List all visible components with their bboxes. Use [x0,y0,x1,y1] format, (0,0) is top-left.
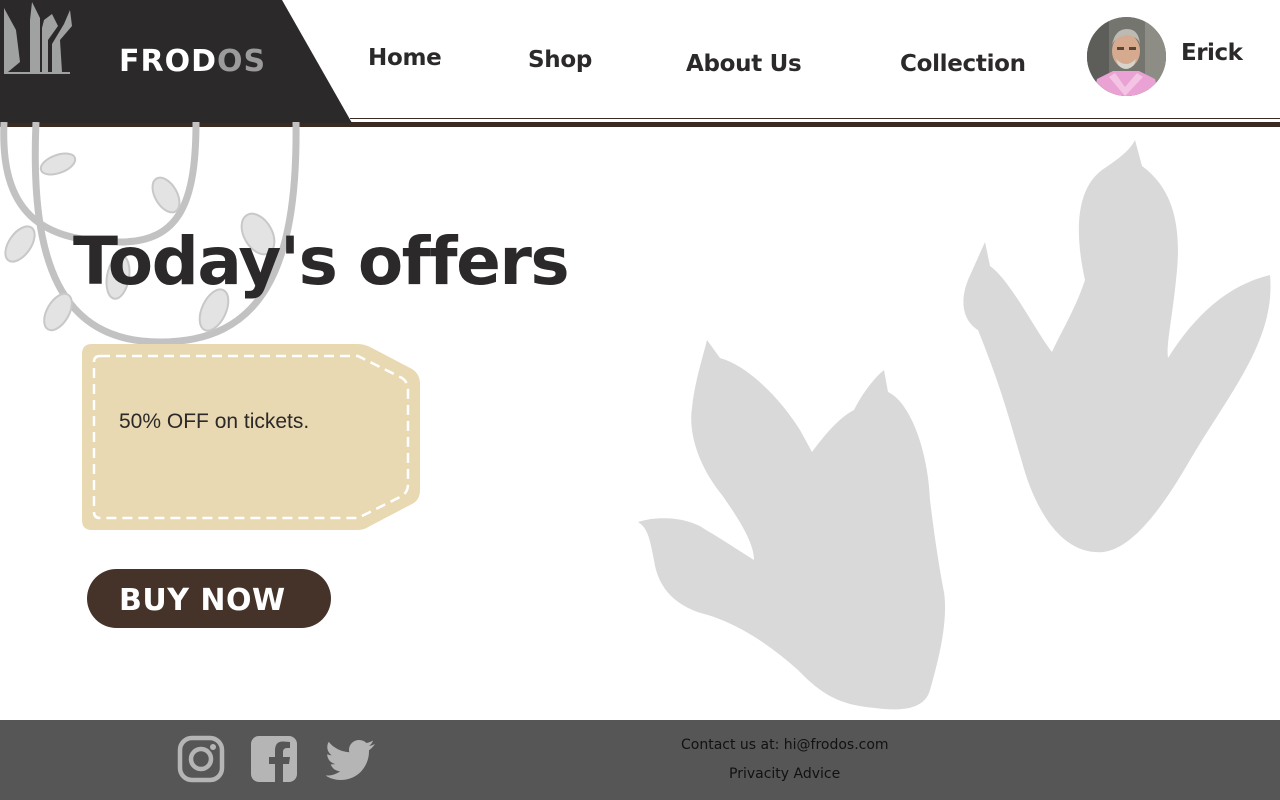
offer-ticket [82,344,420,530]
facebook-icon[interactable] [250,735,298,783]
header-divider-thin [350,118,1280,119]
brand-name: FRODOS [119,44,267,79]
user-name[interactable]: Erick [1181,40,1243,66]
logo-icon [4,2,72,74]
twitter-icon[interactable] [326,739,376,781]
brand-block[interactable]: FRODOS [0,0,352,123]
dinosaur-footprints-decoration [638,140,1271,710]
nav-about-us[interactable]: About Us [686,51,802,77]
page-title: Today's offers [73,223,570,300]
offer-text: 50% OFF on tickets. [119,410,310,433]
user-avatar[interactable] [1087,17,1166,96]
nav-collection[interactable]: Collection [900,51,1026,77]
nav-shop[interactable]: Shop [528,47,592,73]
privacy-link[interactable]: Privacity Advice [729,766,840,782]
instagram-icon[interactable] [177,735,225,783]
nav-home[interactable]: Home [368,45,442,71]
buy-now-button[interactable]: BUY NOW [87,569,331,628]
avatar-photo [1087,17,1166,96]
footer-contact: Contact us at: hi@frodos.com [681,737,889,753]
